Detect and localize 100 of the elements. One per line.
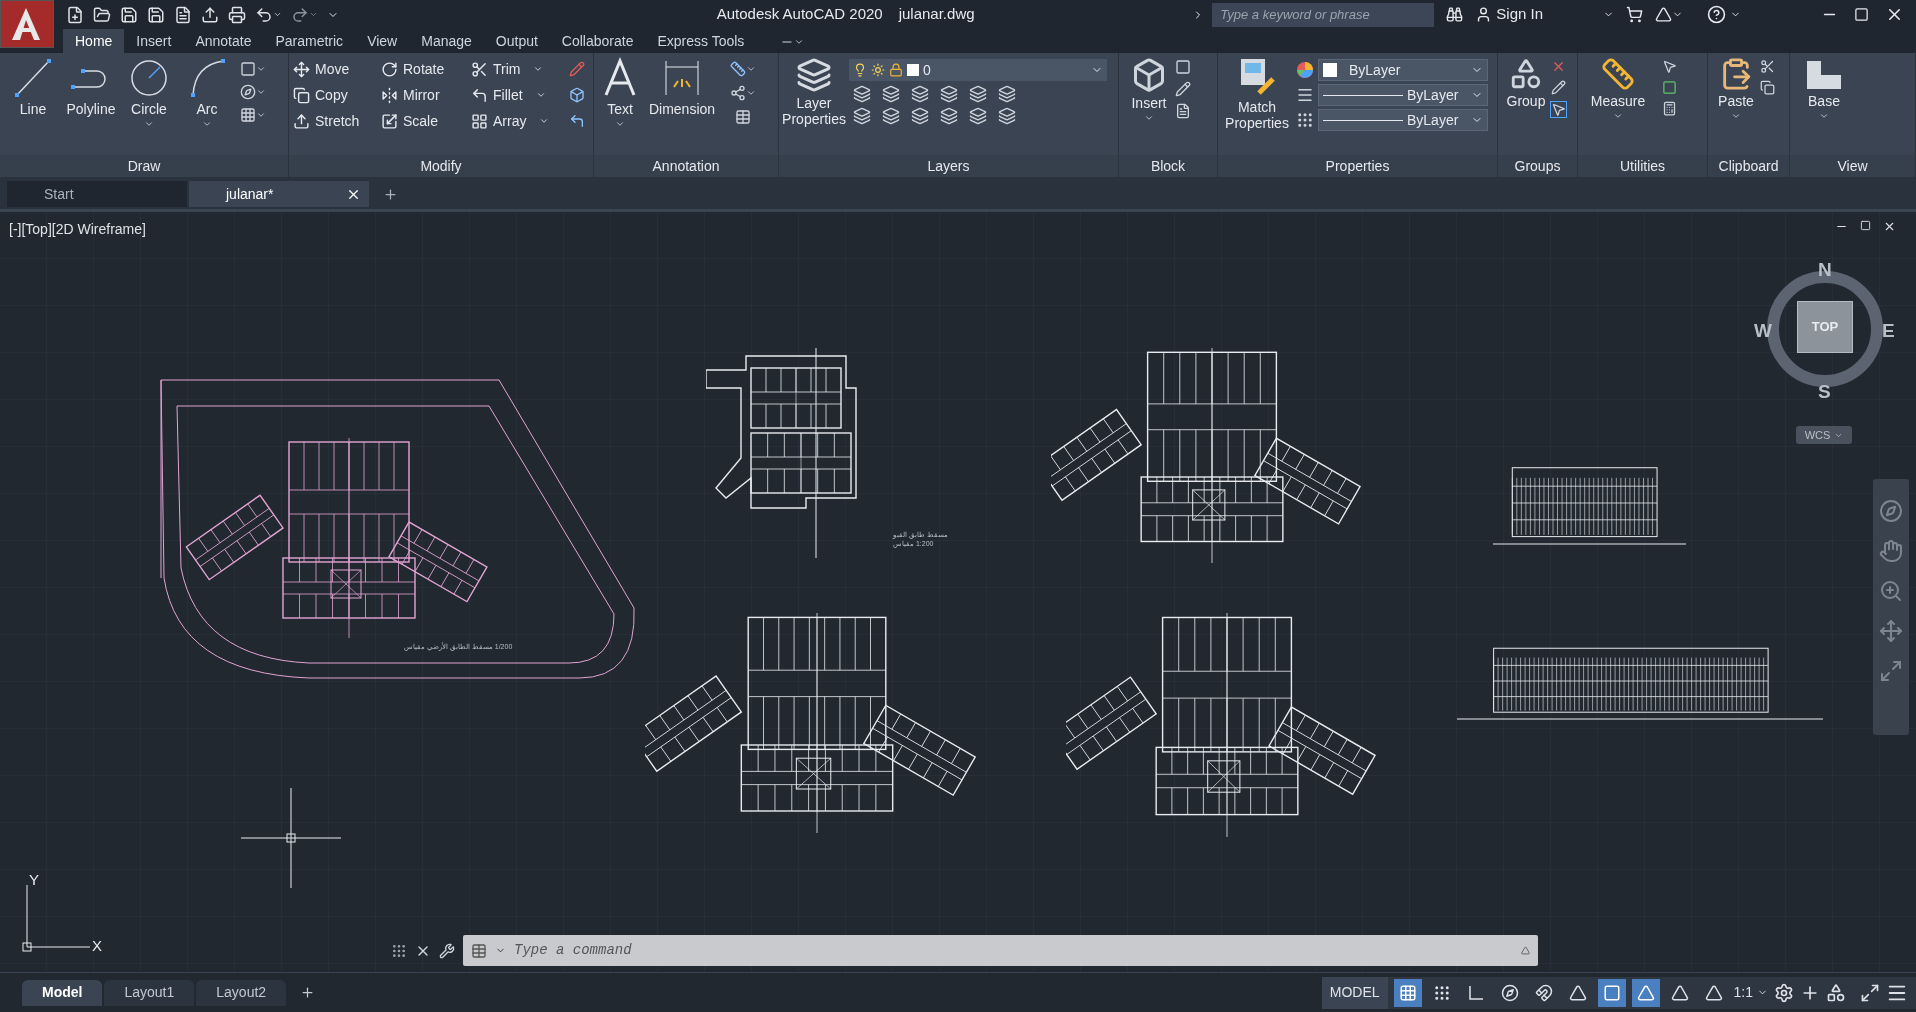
binoculars-icon[interactable] [1446,6,1464,23]
panel-title[interactable]: Utilities [1578,155,1707,177]
layer-tool-icon[interactable] [998,107,1016,125]
panel-title[interactable]: Draw [0,155,288,177]
command-history-icon[interactable] [1521,946,1530,955]
group-edit-icon[interactable] [1550,80,1567,95]
ribbon-tool-button[interactable]: Rotate [381,59,471,79]
quick-access-icon[interactable] [174,5,192,24]
ribbon-tool-button[interactable]: Match Properties [1222,57,1292,131]
ribbon-tool-button[interactable]: Mirror [381,85,471,105]
copy-icon[interactable] [1760,80,1775,95]
ribbon-tab[interactable]: View [355,29,410,53]
file-tab[interactable]: Start [7,181,187,207]
quick-access-icon[interactable] [66,5,84,24]
ribbon-tab[interactable]: Annotate [183,29,264,53]
panel-title[interactable]: Modify [289,155,593,177]
panel-title[interactable]: Groups [1498,155,1577,177]
cart-icon[interactable] [1626,6,1643,23]
model-space-button[interactable]: MODEL [1321,976,1388,1009]
status-toggle-icon[interactable] [1597,978,1626,1007]
ucs-menu-button[interactable]: WCS [1796,426,1852,444]
attribute-icon[interactable] [1175,103,1191,119]
restore-icon[interactable] [1860,220,1871,231]
dropdown-field[interactable]: ByLayer [1318,109,1488,131]
calculator-icon[interactable] [1662,101,1677,116]
quick-access-icon[interactable] [93,5,111,24]
settings-icon[interactable] [1774,982,1794,1003]
linetype-icon[interactable] [1296,111,1314,129]
layout-tab[interactable]: Layout1 [104,979,195,1006]
pan-icon[interactable] [1879,539,1903,563]
layer-tool-icon[interactable] [882,107,900,125]
quick-access-icon[interactable] [201,5,219,24]
app-menu-button[interactable] [0,0,54,48]
viewport-controls[interactable]: [-][Top][2D Wireframe] [9,219,146,240]
isolate-objects-icon[interactable] [1826,982,1846,1003]
ribbon-tool-button[interactable]: Polyline [62,57,120,129]
ribbon-tool-button[interactable]: Copy [293,85,381,105]
leader-icon[interactable] [730,85,756,101]
ellipse-icon[interactable] [240,84,266,100]
ribbon-tab[interactable]: Manage [409,29,484,53]
new-tab-icon[interactable] [383,187,398,202]
create-block-icon[interactable] [1175,59,1191,75]
layer-dropdown[interactable]: 0 [849,59,1107,81]
layer-tool-icon[interactable] [940,85,958,103]
file-tab[interactable]: julanar* [189,181,369,207]
ribbon-tab[interactable]: Parametric [263,29,356,53]
quick-access-icon[interactable] [147,5,165,24]
redo-icon[interactable] [291,5,318,24]
quick-access-icon[interactable] [228,5,246,24]
orbit-icon[interactable] [1879,619,1903,643]
ribbon-tool-button[interactable]: Dimension [642,57,722,129]
ribbon-tool-button[interactable]: Measure [1582,57,1654,121]
command-input[interactable]: Type a command [514,940,1513,961]
hatch-icon[interactable] [240,107,266,123]
panel-title[interactable]: View [1790,155,1915,177]
dropdown-field[interactable]: ByLayer [1318,84,1488,106]
status-toggle-icon[interactable] [1631,978,1660,1007]
quick-select-icon[interactable] [1662,59,1677,74]
ribbon-tool-button[interactable]: Text [598,57,642,129]
panel-title[interactable]: Layers [779,155,1118,177]
lineweight-icon[interactable] [1296,86,1314,104]
ribbon-tool-button[interactable]: Arc [178,57,236,129]
ribbon-tool-button[interactable]: Array [471,111,565,131]
rectangle-icon[interactable] [240,61,266,77]
ribbon-tool-button[interactable]: Move [293,59,381,79]
layer-tool-icon[interactable] [911,107,929,125]
edit-block-icon[interactable] [1175,81,1191,97]
ribbon-tool-button[interactable]: Fillet [471,85,565,105]
ribbon-tool-button[interactable]: Layer Properties [783,57,845,127]
status-toggle-icon[interactable] [1393,978,1422,1007]
network-icon[interactable] [1655,6,1672,23]
ribbon-tool-button[interactable]: Paste [1712,57,1760,121]
ribbon-tool-button[interactable]: Group [1502,57,1550,118]
sign-in-button[interactable]: Sign In [1496,3,1543,26]
panel-title[interactable]: Block [1119,155,1217,177]
layer-tool-icon[interactable] [969,85,987,103]
zoom-icon[interactable] [1879,579,1903,603]
group-select-icon[interactable] [1550,101,1567,118]
layer-tool-icon[interactable] [969,107,987,125]
layout-tab[interactable]: Layout2 [196,979,287,1006]
annotation-scale-button[interactable]: 1:1 [1733,982,1768,1003]
layer-tool-icon[interactable] [940,107,958,125]
panel-title[interactable]: Properties [1218,155,1497,177]
maximize-icon[interactable] [1854,7,1869,22]
linear-dimension-icon[interactable] [730,61,756,77]
close-icon[interactable] [1883,220,1896,233]
panel-title[interactable]: Clipboard [1708,155,1789,177]
cut-icon[interactable] [1760,59,1775,74]
dropdown-field[interactable]: ByLayer [1318,59,1488,81]
ribbon-tool-button[interactable]: Circle [120,57,178,129]
ribbon-tool-button[interactable]: Insert [1123,57,1175,123]
command-line-field[interactable]: Type a command [463,935,1538,966]
search-field[interactable]: Type a keyword or phrase [1212,2,1435,27]
layer-tool-icon[interactable] [853,85,871,103]
ribbon-tool-button[interactable]: Scale [381,111,471,131]
wrench-icon[interactable] [439,942,455,959]
fullscreen-icon[interactable] [1860,982,1880,1003]
ribbon-tab[interactable]: Insert [124,29,184,53]
layer-tool-icon[interactable] [998,85,1016,103]
layout-tab[interactable]: Model [22,979,103,1006]
